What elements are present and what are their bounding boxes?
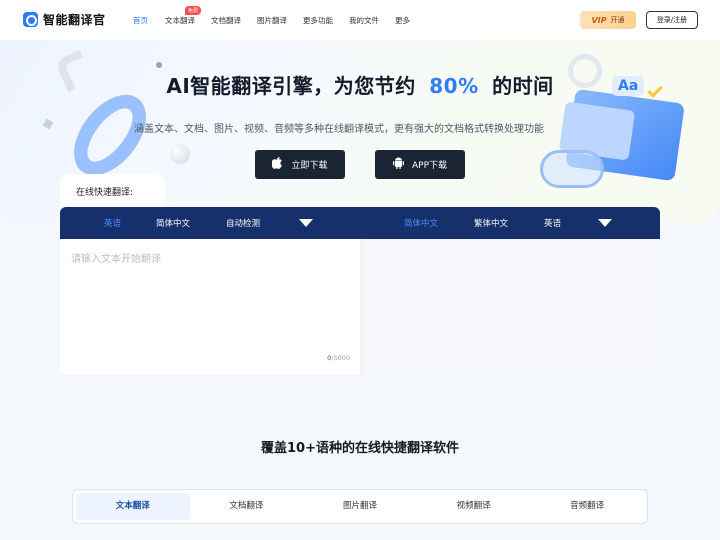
source-lang-simplified-chinese[interactable]: 简体中文 bbox=[156, 217, 190, 229]
hero-title-percent: 80% bbox=[429, 74, 479, 98]
logo-icon bbox=[23, 12, 38, 27]
decorative-dot bbox=[156, 62, 162, 68]
top-navigation-bar: 智能翻译官 首页 文本翻译 免费 文档翻译 图片翻译 更多功能 我的文件 更多 … bbox=[0, 0, 720, 40]
feature-tabs: 文本翻译 文档翻译 图片翻译 视频翻译 音频翻译 bbox=[72, 489, 648, 524]
source-text-input[interactable]: 请输入文本开始翻译 0/5000 bbox=[60, 239, 360, 375]
language-bar: 英语 简体中文 自动检测 简体中文 繁体中文 英语 bbox=[60, 207, 660, 239]
target-lang-traditional-chinese[interactable]: 繁体中文 bbox=[474, 217, 508, 229]
quick-translate-label: 在线快速翻译: bbox=[76, 188, 134, 198]
nav-item-label: 文本翻译 bbox=[165, 16, 195, 25]
hero-title: AI智能翻译引擎，为您节约 80% 的时间 bbox=[0, 70, 720, 99]
nav-item-image-translate[interactable]: 图片翻译 bbox=[257, 15, 287, 26]
target-lang-english[interactable]: 英语 bbox=[544, 217, 561, 229]
input-placeholder: 请输入文本开始翻译 bbox=[71, 254, 161, 265]
tab-video-translate[interactable]: 视频翻译 bbox=[417, 493, 531, 520]
vip-button[interactable]: VIP 开通 bbox=[580, 11, 636, 29]
hero-title-prefix: AI智能翻译引擎，为您节约 bbox=[166, 74, 416, 98]
logo-text: 智能翻译官 bbox=[43, 13, 106, 27]
download-button[interactable]: 立即下载 bbox=[255, 150, 345, 179]
translation-output bbox=[360, 239, 660, 375]
cloud-illustration bbox=[540, 150, 604, 188]
nav-item-more-features[interactable]: 更多功能 bbox=[303, 15, 333, 26]
target-lang-simplified-chinese[interactable]: 简体中文 bbox=[404, 217, 438, 229]
hero-subtitle: 涵盖文本、文档、图片、视频、音频等多种在线翻译模式，更有强大的文档格式转换处理功… bbox=[134, 124, 544, 135]
vip-label: 开通 bbox=[610, 16, 625, 24]
decorative-ball bbox=[170, 144, 190, 164]
free-badge: 免费 bbox=[185, 6, 202, 15]
character-max: /5000 bbox=[331, 354, 350, 362]
nav-item-home[interactable]: 首页 bbox=[133, 15, 148, 26]
login-register-button[interactable]: 登录/注册 bbox=[646, 11, 698, 29]
section-title: 覆盖10+语种的在线快捷翻译软件 bbox=[261, 441, 459, 456]
download-label: 立即下载 bbox=[291, 161, 328, 171]
app-download-label: APP下载 bbox=[411, 161, 447, 171]
tab-image-translate[interactable]: 图片翻译 bbox=[303, 493, 417, 520]
source-lang-english[interactable]: 英语 bbox=[104, 217, 121, 229]
nav-item-text-translate[interactable]: 文本翻译 免费 bbox=[165, 6, 202, 26]
character-counter: 0/5000 bbox=[327, 354, 350, 362]
source-lang-auto-detect[interactable]: 自动检测 bbox=[226, 217, 260, 229]
apple-icon bbox=[271, 157, 283, 172]
target-lang-dropdown-icon[interactable] bbox=[598, 219, 612, 227]
app-download-button[interactable]: APP下载 bbox=[375, 150, 465, 179]
hero-title-suffix: 的时间 bbox=[492, 74, 554, 98]
vip-mark: VIP bbox=[591, 15, 607, 25]
decorative-cube bbox=[42, 118, 54, 130]
source-lang-dropdown-icon[interactable] bbox=[299, 219, 313, 227]
nav-item-doc-translate[interactable]: 文档翻译 bbox=[211, 15, 241, 26]
android-icon bbox=[392, 157, 404, 172]
nav-item-my-files[interactable]: 我的文件 bbox=[349, 15, 379, 26]
site-logo[interactable]: 智能翻译官 bbox=[23, 11, 106, 28]
tab-doc-translate[interactable]: 文档翻译 bbox=[190, 493, 304, 520]
nav-item-more[interactable]: 更多 bbox=[395, 15, 410, 26]
tab-text-translate[interactable]: 文本翻译 bbox=[76, 493, 190, 520]
tab-audio-translate[interactable]: 音频翻译 bbox=[530, 493, 644, 520]
